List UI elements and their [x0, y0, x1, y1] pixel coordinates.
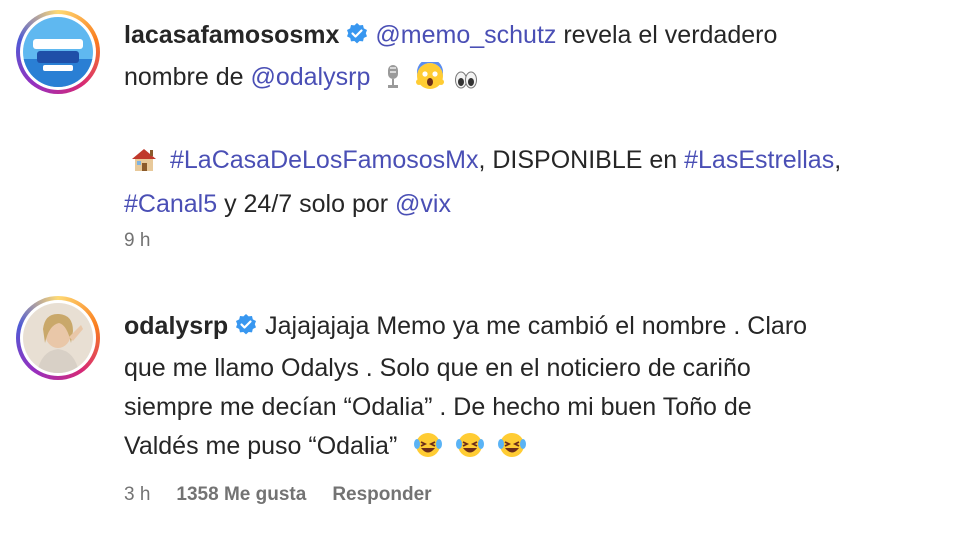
mention-link[interactable]: @memo_schutz — [375, 21, 556, 49]
timestamp[interactable]: 3 h — [124, 484, 150, 506]
caption-text: , — [834, 146, 842, 174]
scream-emoji-icon — [416, 59, 445, 102]
comment-meta: 9 h — [124, 230, 150, 252]
comment-text: que me llamo Odalys . Solo que en el not… — [124, 354, 751, 382]
verified-badge-icon — [345, 19, 369, 58]
house-emoji-icon — [130, 146, 158, 185]
laughing-emoji-icon — [413, 431, 443, 471]
caption-text: y 24/7 solo por — [217, 190, 396, 218]
mention-link[interactable]: @vix — [395, 190, 451, 218]
comment-text: Valdés me puso “Odalia” — [124, 432, 398, 460]
comment-meta: 3 h 1358 Me gusta Responder — [124, 484, 432, 506]
avatar-ring[interactable] — [16, 10, 100, 94]
likes-count[interactable]: 1358 Me gusta — [176, 484, 306, 506]
avatar-ring[interactable] — [16, 296, 100, 380]
avatar-odalysrp — [23, 303, 93, 373]
comment-text: Jajajajaja Memo ya me cambió el nombre .… — [258, 312, 808, 340]
comment-text: siempre me decían “Odalia” . De hecho mi… — [124, 393, 752, 421]
caption-text: nombre de — [124, 63, 251, 91]
verified-badge-icon — [234, 310, 258, 349]
caption-text: , DISPONIBLE en — [478, 146, 685, 174]
reply-button[interactable]: Responder — [332, 484, 431, 506]
laughing-emoji-icon — [497, 431, 527, 471]
mic-emoji-icon — [384, 63, 402, 102]
mention-link[interactable]: @odalysrp — [250, 63, 370, 91]
username[interactable]: lacasafamososmx — [124, 21, 339, 49]
timestamp[interactable]: 9 h — [124, 230, 150, 252]
username[interactable]: odalysrp — [124, 312, 228, 340]
eyes-emoji-icon — [454, 63, 478, 102]
avatar-lacasafamososmx — [23, 17, 93, 87]
hashtag-link[interactable]: #LaCasaDeLosFamososMx — [170, 146, 478, 174]
hashtag-link[interactable]: #Canal5 — [124, 190, 217, 218]
caption-text: revela el verdadero — [556, 21, 778, 49]
laughing-emoji-icon — [455, 431, 485, 471]
hashtag-link[interactable]: #LasEstrellas — [684, 146, 834, 174]
